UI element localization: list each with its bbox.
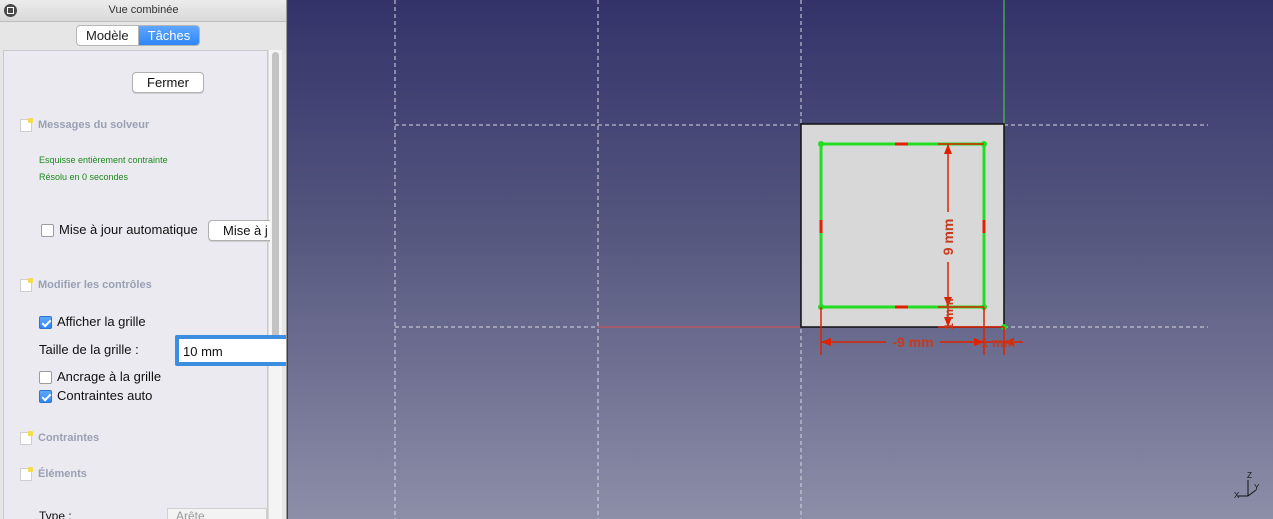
dimension-label-horizontal[interactable]: -9 mm bbox=[892, 334, 933, 350]
arrow-head bbox=[821, 338, 831, 346]
sketch-canvas[interactable]: 9 mm 1 mm -9 mm -1 mm Z X Y bbox=[288, 0, 1273, 519]
update-button[interactable]: Mise à j bbox=[208, 220, 270, 241]
type-label: Type : bbox=[39, 509, 72, 519]
pad-face[interactable] bbox=[800, 123, 1005, 328]
panel-title: Vue combinée bbox=[108, 4, 179, 16]
tab-tasks[interactable]: Tâches bbox=[137, 26, 200, 45]
section-note-icon bbox=[20, 278, 33, 292]
section-title: Éléments bbox=[38, 468, 87, 480]
section-title: Contraintes bbox=[38, 432, 100, 444]
sketch-vertex[interactable] bbox=[818, 141, 824, 147]
section-note-icon bbox=[20, 467, 33, 481]
grid-size-field[interactable] bbox=[175, 335, 286, 366]
sketch-viewport[interactable]: 9 mm 1 mm -9 mm -1 mm Z X Y bbox=[288, 0, 1273, 519]
solver-message: Résolu en 0 secondes bbox=[39, 172, 129, 182]
auto-constraints-checkbox[interactable] bbox=[39, 390, 52, 403]
auto-update-label: Mise à jour automatique bbox=[59, 222, 198, 237]
section-note-icon bbox=[20, 431, 33, 445]
axis-x-label: X bbox=[1234, 491, 1240, 500]
section-title: Messages du solveur bbox=[38, 119, 150, 131]
scrollbar-thumb[interactable] bbox=[272, 52, 279, 352]
show-grid-label: Afficher la grille bbox=[57, 314, 146, 329]
solver-message: Esquisse entièrement contrainte bbox=[39, 155, 168, 165]
tab-model[interactable]: Modèle bbox=[77, 26, 138, 45]
grid-size-input[interactable] bbox=[183, 342, 283, 360]
axis-y-label: Y bbox=[1254, 483, 1260, 492]
auto-constraints-label: Contraintes auto bbox=[57, 388, 153, 403]
dimension-label-horizontal-small[interactable]: -1 mm bbox=[977, 335, 1015, 350]
dimension-label-vertical-small[interactable]: 1 mm bbox=[942, 298, 956, 329]
task-panel-scrollbar[interactable] bbox=[268, 50, 282, 519]
panel-tabs: Modèle Tâches bbox=[76, 25, 201, 46]
close-button[interactable]: Fermer bbox=[132, 72, 204, 93]
show-grid-checkbox[interactable] bbox=[39, 316, 52, 329]
section-title: Modifier les contrôles bbox=[38, 279, 152, 291]
snap-grid-label: Ancrage à la grille bbox=[57, 369, 162, 384]
axis-z-label: Z bbox=[1247, 471, 1252, 480]
panel-titlebar: Vue combinée bbox=[0, 0, 286, 22]
grid-size-label: Taille de la grille : bbox=[39, 342, 139, 357]
axis-cross: Z X Y bbox=[1234, 471, 1260, 500]
dimension-label-vertical[interactable]: 9 mm bbox=[940, 219, 956, 256]
section-note-icon bbox=[20, 118, 33, 132]
snap-grid-checkbox[interactable] bbox=[39, 371, 52, 384]
type-select[interactable]: Arête bbox=[167, 508, 267, 519]
combo-view-panel: Vue combinée Modèle Tâches Fermer Messag… bbox=[0, 0, 287, 519]
auto-update-checkbox[interactable] bbox=[41, 224, 54, 237]
